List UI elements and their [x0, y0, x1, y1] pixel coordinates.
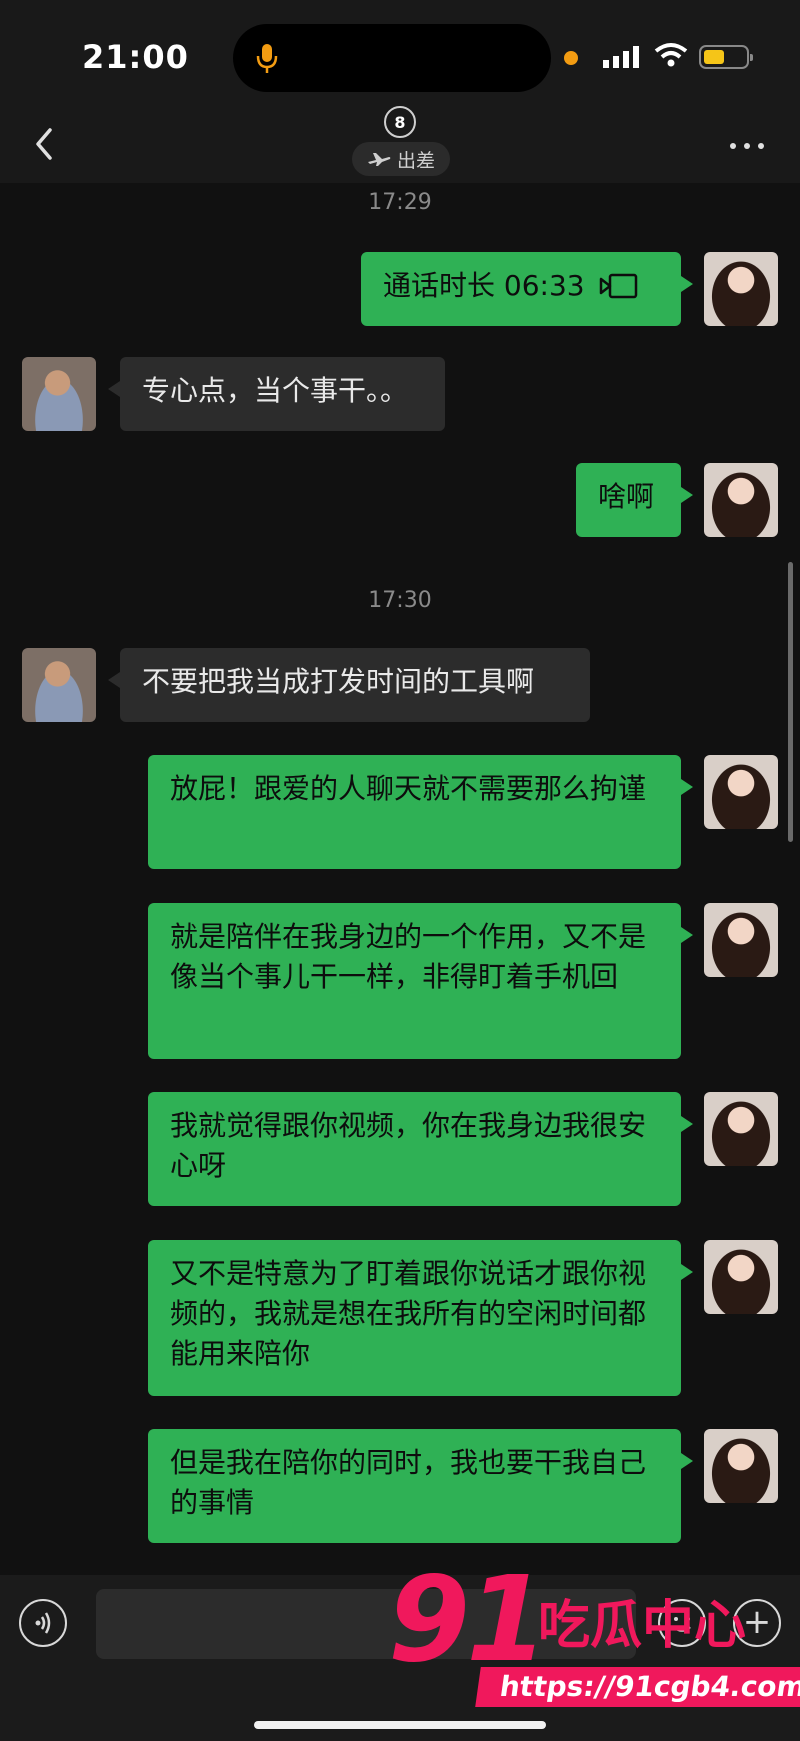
voice-input-button[interactable]: [19, 1599, 67, 1647]
chat-scrollbar[interactable]: [788, 562, 793, 842]
message-bubble[interactable]: 专心点，当个事干。。: [108, 357, 445, 431]
contact-avatar[interactable]: [22, 648, 96, 722]
call-duration-label: 通话时长 06:33: [383, 269, 585, 302]
message-bubble[interactable]: 就是陪伴在我身边的一个作用，又不是像当个事儿干一样，非得盯着手机回: [148, 903, 693, 1059]
microphone-icon: [256, 44, 278, 73]
contact-name-icon[interactable]: 8: [384, 106, 416, 138]
message-bubble[interactable]: 但是我在陪你的同时，我也要干我自己的事情: [148, 1429, 693, 1543]
contact-avatar[interactable]: [22, 357, 96, 431]
watermark-url: https://91cgb4.com: [475, 1667, 800, 1707]
message-bubble[interactable]: 啥啊: [576, 463, 693, 537]
my-avatar[interactable]: [704, 1240, 778, 1314]
back-arrow-icon[interactable]: [26, 124, 66, 164]
wifi-icon: [654, 43, 688, 67]
airplane-icon: [367, 153, 391, 166]
plus-icon: +: [742, 1602, 772, 1642]
my-avatar[interactable]: [704, 252, 778, 326]
call-record-bubble[interactable]: 通话时长 06:33: [361, 252, 693, 326]
watermark-name: 吃瓜中心: [538, 1596, 747, 1656]
status-label: 出差: [396, 149, 435, 172]
my-avatar[interactable]: [704, 903, 778, 977]
message-bubble[interactable]: 放屁！跟爱的人聊天就不需要那么拘谨: [148, 755, 693, 869]
cellular-signal-icon: [603, 46, 639, 68]
watermark-number: 91: [388, 1550, 548, 1688]
battery-icon: [699, 45, 753, 69]
voice-wave-icon: [35, 1612, 51, 1634]
timestamp: 17:30: [368, 588, 432, 613]
my-avatar[interactable]: [704, 463, 778, 537]
privacy-indicator: [564, 51, 578, 65]
message-bubble[interactable]: 我就觉得跟你视频，你在我身边我很安心呀: [148, 1092, 693, 1206]
status-badge[interactable]: 出差: [352, 142, 450, 176]
chat-header: 8 出差: [0, 106, 800, 183]
message-bubble[interactable]: 又不是特意为了盯着跟你说话才跟你视频的，我就是想在我所有的空闲时间都能用来陪你: [148, 1240, 693, 1396]
my-avatar[interactable]: [704, 755, 778, 829]
dynamic-island: [233, 24, 551, 92]
timestamp: 17:29: [368, 190, 432, 215]
message-bubble[interactable]: 不要把我当成打发时间的工具啊: [108, 648, 590, 722]
status-bar: 21:00: [0, 0, 800, 118]
more-options-icon[interactable]: [728, 138, 768, 158]
my-avatar[interactable]: [704, 1092, 778, 1166]
home-indicator[interactable]: [254, 1721, 546, 1729]
my-avatar[interactable]: [704, 1429, 778, 1503]
status-time: 21:00: [82, 38, 189, 76]
video-call-icon: [599, 273, 637, 299]
